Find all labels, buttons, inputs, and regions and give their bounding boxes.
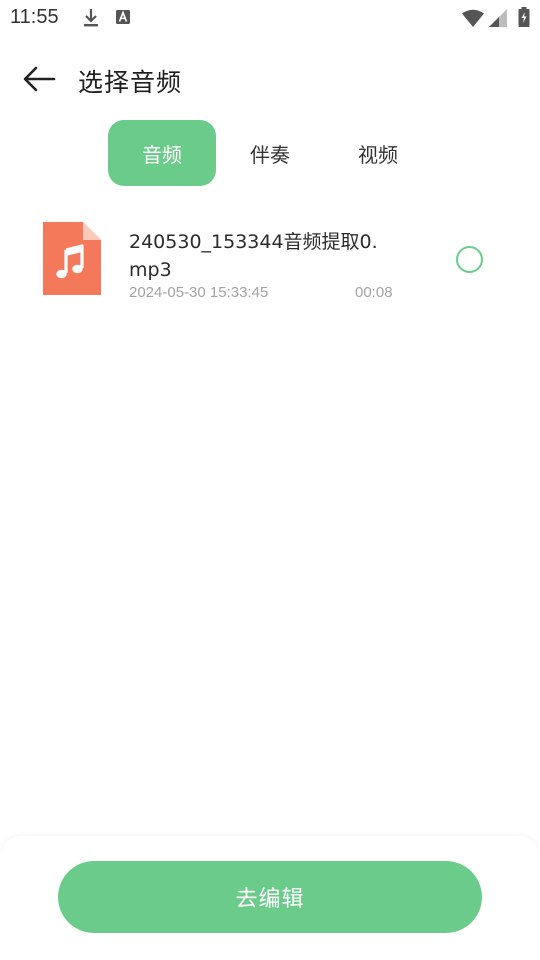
arrow-left-icon <box>23 66 56 92</box>
tab-audio[interactable]: 音频 <box>108 120 216 186</box>
file-name: 240530_153344音频提取0.mp3 <box>129 231 378 281</box>
select-radio[interactable] <box>456 246 483 273</box>
file-date: 2024-05-30 15:33:45 <box>129 284 269 301</box>
status-bar: 11:55 <box>0 0 540 36</box>
back-button[interactable] <box>20 62 58 96</box>
bottom-panel: 去编辑 <box>0 836 540 960</box>
edit-button[interactable]: 去编辑 <box>58 861 482 933</box>
music-file-icon <box>43 222 101 295</box>
status-time: 11:55 <box>10 6 59 28</box>
download-icon <box>84 9 98 27</box>
file-duration: 00:08 <box>355 284 393 301</box>
page-title: 选择音频 <box>78 68 183 97</box>
header: 选择音频 <box>0 52 540 108</box>
tab-bar: 音频 伴奏 视频 <box>108 120 432 186</box>
signal-icon <box>489 9 507 27</box>
battery-charging-icon <box>518 7 530 27</box>
list-item[interactable]: 240530_153344音频提取0.mp3 2024-05-30 15:33:… <box>0 210 540 310</box>
a-icon <box>116 10 130 24</box>
tab-accompaniment[interactable]: 伴奏 <box>216 120 324 186</box>
tab-video[interactable]: 视频 <box>324 120 432 186</box>
wifi-icon <box>462 9 484 27</box>
